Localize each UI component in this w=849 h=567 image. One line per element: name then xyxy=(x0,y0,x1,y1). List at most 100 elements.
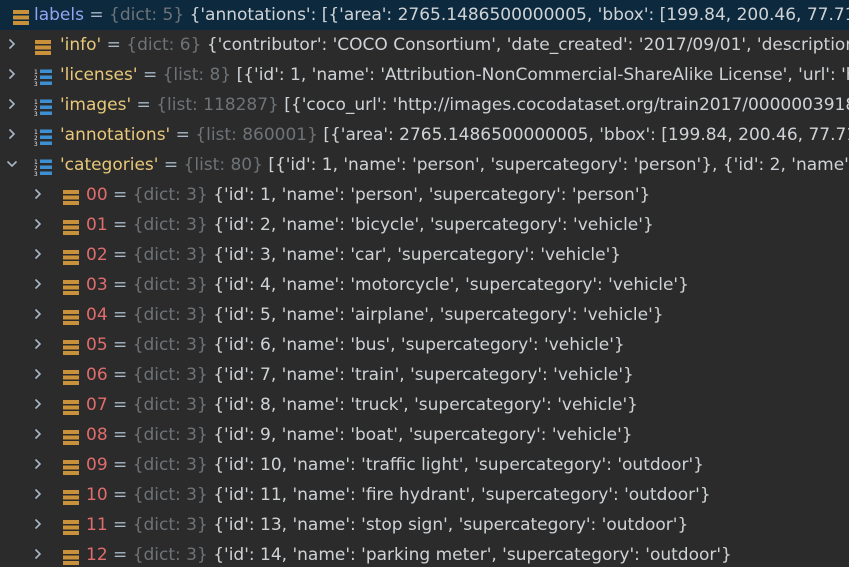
equals-sign: = xyxy=(107,185,133,205)
equals-sign: = xyxy=(107,515,133,535)
variable-type: {dict: 3} xyxy=(132,215,208,235)
dict-icon xyxy=(62,366,80,385)
variable-type: {dict: 3} xyxy=(132,515,208,535)
tree-row[interactable]: 1 2 3 'categories' = {list: 80} [{'id': 1, … xyxy=(0,150,849,180)
variable-name: 'annotations' xyxy=(60,125,171,145)
variable-type: {dict: 3} xyxy=(132,275,208,295)
chevron-right-icon[interactable] xyxy=(30,300,46,330)
tree-row[interactable]: 00 = {dict: 3} {'id': 1, 'name': 'person… xyxy=(0,180,849,210)
variable-type: {dict: 3} xyxy=(132,485,208,505)
svg-text:3: 3 xyxy=(34,81,38,86)
list-icon: 123 xyxy=(34,156,52,178)
variable-value: {'id': 10, 'name': 'traffic light', 'sup… xyxy=(213,455,704,475)
tree-row[interactable]: 01 = {dict: 3} {'id': 2, 'name': 'bicycl… xyxy=(0,210,849,240)
equals-sign: = xyxy=(107,395,133,415)
chevron-right-icon[interactable] xyxy=(30,420,46,450)
chevron-right-icon[interactable] xyxy=(30,330,46,360)
chevron-right-icon[interactable] xyxy=(30,510,46,540)
variable-type: {dict: 3} xyxy=(132,245,208,265)
svg-text:3: 3 xyxy=(34,171,38,176)
tree-row[interactable]: 04 = {dict: 3} {'id': 5, 'name': 'airpla… xyxy=(0,300,849,330)
variable-value: {'contributor': 'COCO Consortium', 'date… xyxy=(206,35,849,55)
chevron-right-icon[interactable] xyxy=(30,210,46,240)
equals-sign: = xyxy=(107,425,133,445)
tree-row[interactable]: 07 = {dict: 3} {'id': 8, 'name': 'truck'… xyxy=(0,390,849,420)
variable-value: {'id': 7, 'name': 'train', 'supercategor… xyxy=(213,365,634,385)
tree-row[interactable]: 08 = {dict: 3} {'id': 9, 'name': 'boat',… xyxy=(0,420,849,450)
svg-text:3: 3 xyxy=(34,141,38,146)
variable-name: 07 xyxy=(86,395,108,415)
equals-sign: = xyxy=(107,305,133,325)
tree-row[interactable]: 'info' = {dict: 6} {'contributor': 'COCO… xyxy=(0,30,849,60)
dict-icon xyxy=(62,306,80,325)
variable-value: [{'id': 1, 'name': 'person', 'supercateg… xyxy=(268,155,849,175)
tree-row[interactable]: 1 2 3 'images' = {list: 118287} [{'coco_url… xyxy=(0,90,849,120)
tree-row[interactable]: 10 = {dict: 3} {'id': 11, 'name': 'fire … xyxy=(0,480,849,510)
chevron-right-icon[interactable] xyxy=(30,180,46,210)
equals-sign: = xyxy=(107,485,133,505)
variable-value: {'id': 1, 'name': 'person', 'supercatego… xyxy=(213,185,651,205)
equals-sign: = xyxy=(158,155,184,175)
variable-name: 10 xyxy=(86,485,108,505)
tree-row[interactable]: 06 = {dict: 3} {'id': 7, 'name': 'train'… xyxy=(0,360,849,390)
tree-row[interactable]: 11 = {dict: 3} {'id': 13, 'name': 'stop … xyxy=(0,510,849,540)
tree-row[interactable]: labels = {dict: 5} {'annotations': [{'ar… xyxy=(0,0,849,30)
equals-sign: = xyxy=(131,95,157,115)
chevron-right-icon[interactable] xyxy=(4,30,20,60)
tree-row[interactable]: 1 2 3 'licenses' = {list: 8} [{'id': 1, 'na… xyxy=(0,60,849,90)
chevron-right-icon[interactable] xyxy=(30,540,46,567)
variable-value: {'id': 5, 'name': 'airplane', 'supercate… xyxy=(213,305,664,325)
variables-tree[interactable]: labels = {dict: 5} {'annotations': [{'ar… xyxy=(0,0,849,567)
tree-row[interactable]: 09 = {dict: 3} {'id': 10, 'name': 'traff… xyxy=(0,450,849,480)
variable-value: {'id': 8, 'name': 'truck', 'supercategor… xyxy=(213,395,638,415)
dict-icon xyxy=(12,6,30,25)
chevron-right-icon[interactable] xyxy=(30,450,46,480)
equals-sign: = xyxy=(107,335,133,355)
variable-value: {'id': 14, 'name': 'parking meter', 'sup… xyxy=(213,545,732,565)
chevron-right-icon[interactable] xyxy=(30,270,46,300)
variable-name: 08 xyxy=(86,425,108,445)
variable-value: [{'id': 1, 'name': 'Attribution-NonComme… xyxy=(236,65,849,85)
dict-icon xyxy=(62,426,80,445)
chevron-right-icon[interactable] xyxy=(30,360,46,390)
equals-sign: = xyxy=(107,455,133,475)
variable-type: {list: 8} xyxy=(162,65,232,85)
variable-value: {'annotations': [{'area': 2765.148650000… xyxy=(189,5,849,25)
list-icon: 123 xyxy=(34,66,52,88)
variable-name: labels xyxy=(34,5,84,25)
tree-row[interactable]: 05 = {dict: 3} {'id': 6, 'name': 'bus', … xyxy=(0,330,849,360)
tree-row[interactable]: 1 2 3 'annotations' = {list: 860001} [{'are… xyxy=(0,120,849,150)
dict-icon xyxy=(62,546,80,565)
tree-row[interactable]: 03 = {dict: 3} {'id': 4, 'name': 'motorc… xyxy=(0,270,849,300)
chevron-right-icon[interactable] xyxy=(4,60,20,90)
variable-type: {dict: 3} xyxy=(132,545,208,565)
variable-type: {list: 860001} xyxy=(195,125,318,145)
equals-sign: = xyxy=(107,275,133,295)
variable-value: {'id': 6, 'name': 'bus', 'supercategory'… xyxy=(213,335,625,355)
variable-type: {list: 80} xyxy=(183,155,263,175)
equals-sign: = xyxy=(107,365,133,385)
variable-type: {dict: 3} xyxy=(132,395,208,415)
variable-type: {dict: 3} xyxy=(132,185,208,205)
dict-icon xyxy=(62,456,80,475)
variable-value: {'id': 3, 'name': 'car', 'supercategory'… xyxy=(213,245,622,265)
svg-text:3: 3 xyxy=(34,111,38,116)
chevron-right-icon[interactable] xyxy=(30,240,46,270)
tree-row[interactable]: 02 = {dict: 3} {'id': 3, 'name': 'car', … xyxy=(0,240,849,270)
variable-name: 'images' xyxy=(60,95,132,115)
variable-type: {dict: 5} xyxy=(109,5,185,25)
variable-value: {'id': 2, 'name': 'bicycle', 'supercateg… xyxy=(213,215,654,235)
dict-icon xyxy=(62,186,80,205)
chevron-down-icon[interactable] xyxy=(4,150,20,180)
variable-name: 'licenses' xyxy=(60,65,138,85)
chevron-right-icon[interactable] xyxy=(30,390,46,420)
chevron-right-icon[interactable] xyxy=(4,120,20,150)
variable-type: {list: 118287} xyxy=(156,95,279,115)
chevron-right-icon[interactable] xyxy=(4,90,20,120)
variable-name: 06 xyxy=(86,365,108,385)
dict-icon xyxy=(62,246,80,265)
tree-row[interactable]: 12 = {dict: 3} {'id': 14, 'name': 'parki… xyxy=(0,540,849,567)
variable-type: {dict: 6} xyxy=(126,35,202,55)
chevron-right-icon[interactable] xyxy=(30,480,46,510)
variable-value: {'id': 4, 'name': 'motorcycle', 'superca… xyxy=(213,275,689,295)
